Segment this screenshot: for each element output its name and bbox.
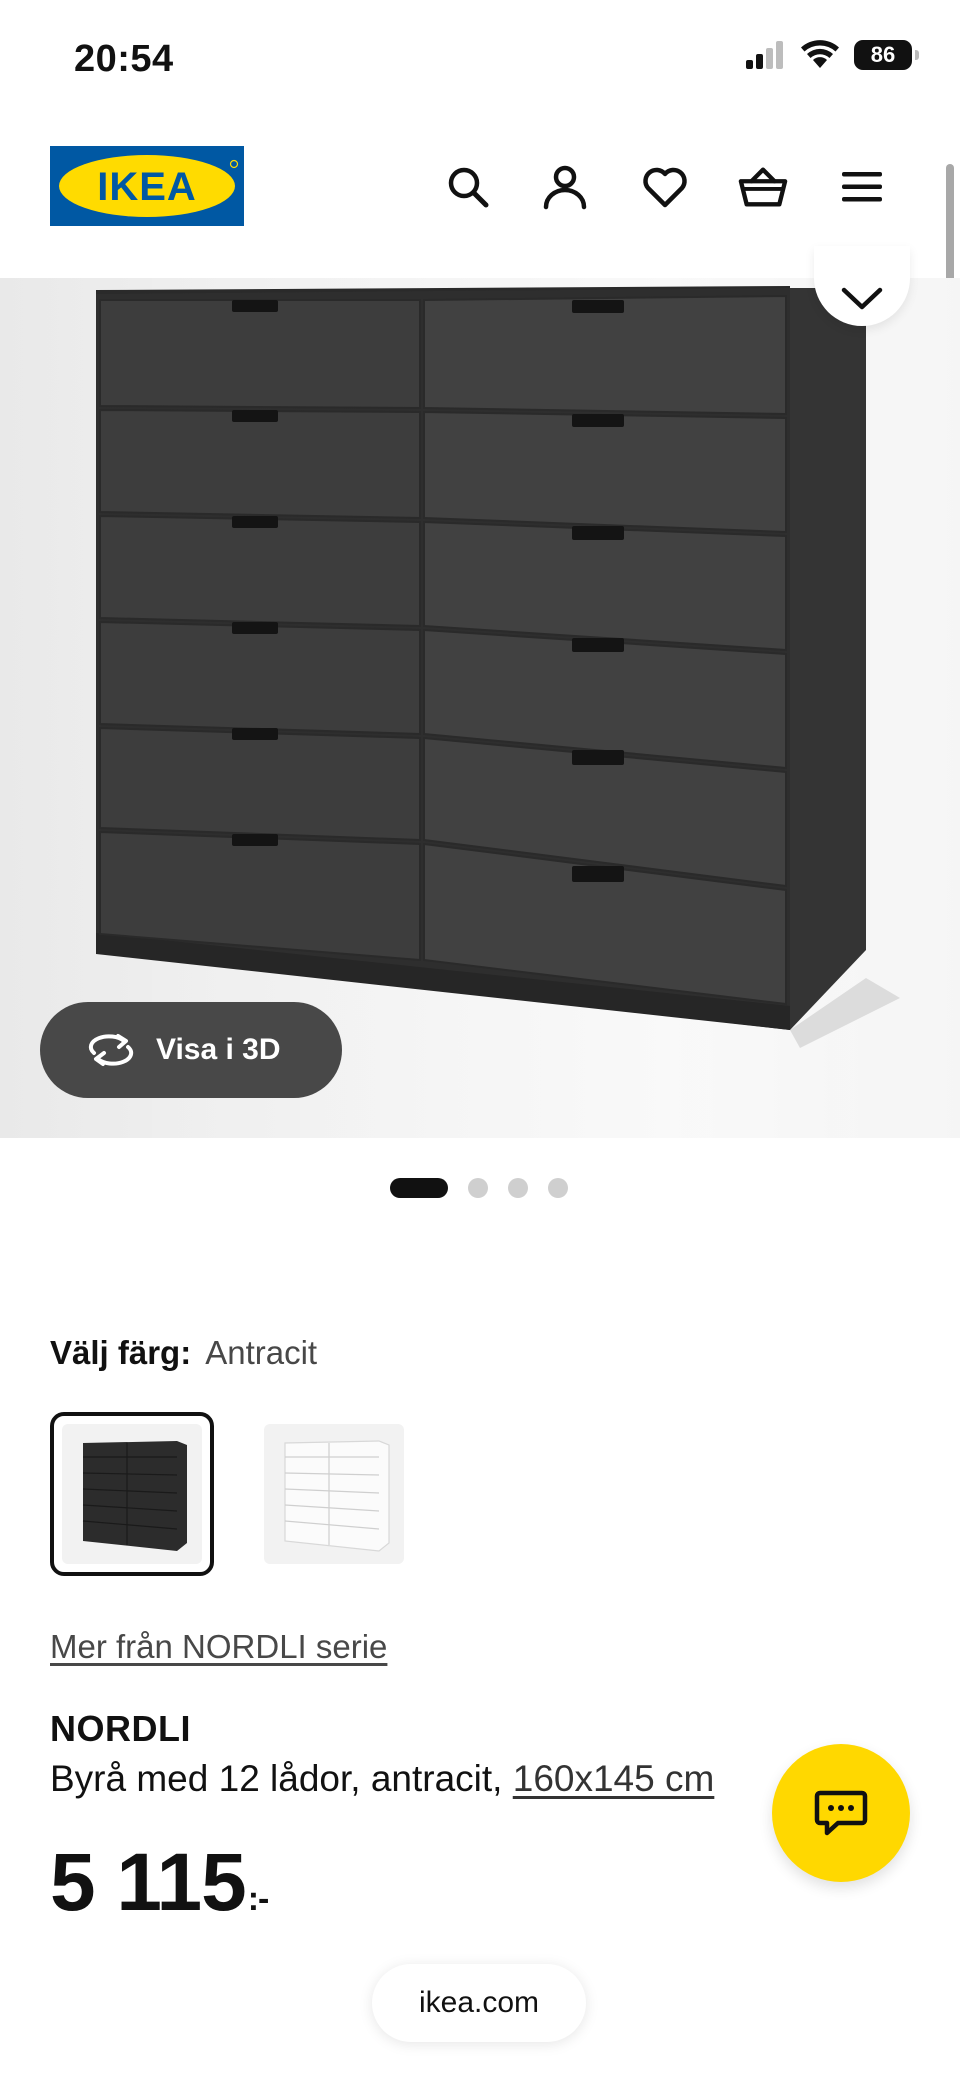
view-3d-label: Visa i 3D bbox=[156, 1033, 281, 1066]
gallery-dot-3[interactable] bbox=[508, 1178, 528, 1198]
menu-icon[interactable] bbox=[837, 162, 887, 212]
chat-icon bbox=[814, 1790, 868, 1836]
selected-color-value: Antracit bbox=[205, 1334, 318, 1371]
status-time: 20:54 bbox=[74, 38, 174, 80]
color-label-title: Välj färg: bbox=[50, 1334, 192, 1371]
price-amount: 5 115 bbox=[50, 1837, 247, 1928]
ikea-logo[interactable]: IKEA bbox=[50, 146, 244, 226]
rotate-3d-icon bbox=[88, 1034, 134, 1066]
gallery-pagination bbox=[390, 1178, 568, 1198]
browser-url: ikea.com bbox=[418, 1986, 540, 2019]
wifi-icon bbox=[801, 40, 839, 68]
gallery-dot-2[interactable] bbox=[468, 1178, 488, 1198]
view-3d-button[interactable]: Visa i 3D bbox=[40, 1002, 342, 1098]
price-currency: :- bbox=[247, 1880, 270, 1918]
basket-icon[interactable] bbox=[738, 162, 788, 212]
vit-thumbnail bbox=[264, 1424, 404, 1564]
chat-button[interactable] bbox=[772, 1744, 910, 1882]
chevron-down-icon bbox=[841, 287, 883, 310]
search-icon[interactable] bbox=[443, 162, 493, 212]
product-description-text: Byrå med 12 lådor, antracit, bbox=[50, 1758, 503, 1799]
status-bar: 20:54 86 bbox=[0, 0, 960, 120]
antracit-thumbnail bbox=[62, 1424, 202, 1564]
color-option-vit[interactable] bbox=[252, 1412, 416, 1576]
gallery-dot-4[interactable] bbox=[548, 1178, 568, 1198]
battery-icon: 86 bbox=[854, 40, 919, 70]
series-link[interactable]: Mer från NORDLI serie bbox=[50, 1628, 387, 1666]
signal-icon bbox=[746, 41, 783, 69]
gallery-dot-1[interactable] bbox=[390, 1178, 448, 1198]
svg-text:IKEA: IKEA bbox=[97, 165, 197, 209]
color-selector-label: Välj färg: Antracit bbox=[50, 1334, 317, 1372]
heart-icon[interactable] bbox=[640, 162, 690, 212]
status-icons: 86 bbox=[746, 40, 919, 70]
color-option-antracit[interactable] bbox=[50, 1412, 214, 1576]
product-description: Byrå med 12 lådor, antracit, 160x145 cm bbox=[50, 1758, 714, 1800]
browser-url-bar[interactable]: ikea.com bbox=[372, 1964, 586, 2042]
product-price: 5 115:- bbox=[50, 1836, 270, 1930]
product-name: NORDLI bbox=[50, 1708, 191, 1749]
battery-level: 86 bbox=[870, 42, 896, 67]
account-icon[interactable] bbox=[540, 162, 590, 212]
product-dimensions-link[interactable]: 160x145 cm bbox=[513, 1758, 715, 1799]
